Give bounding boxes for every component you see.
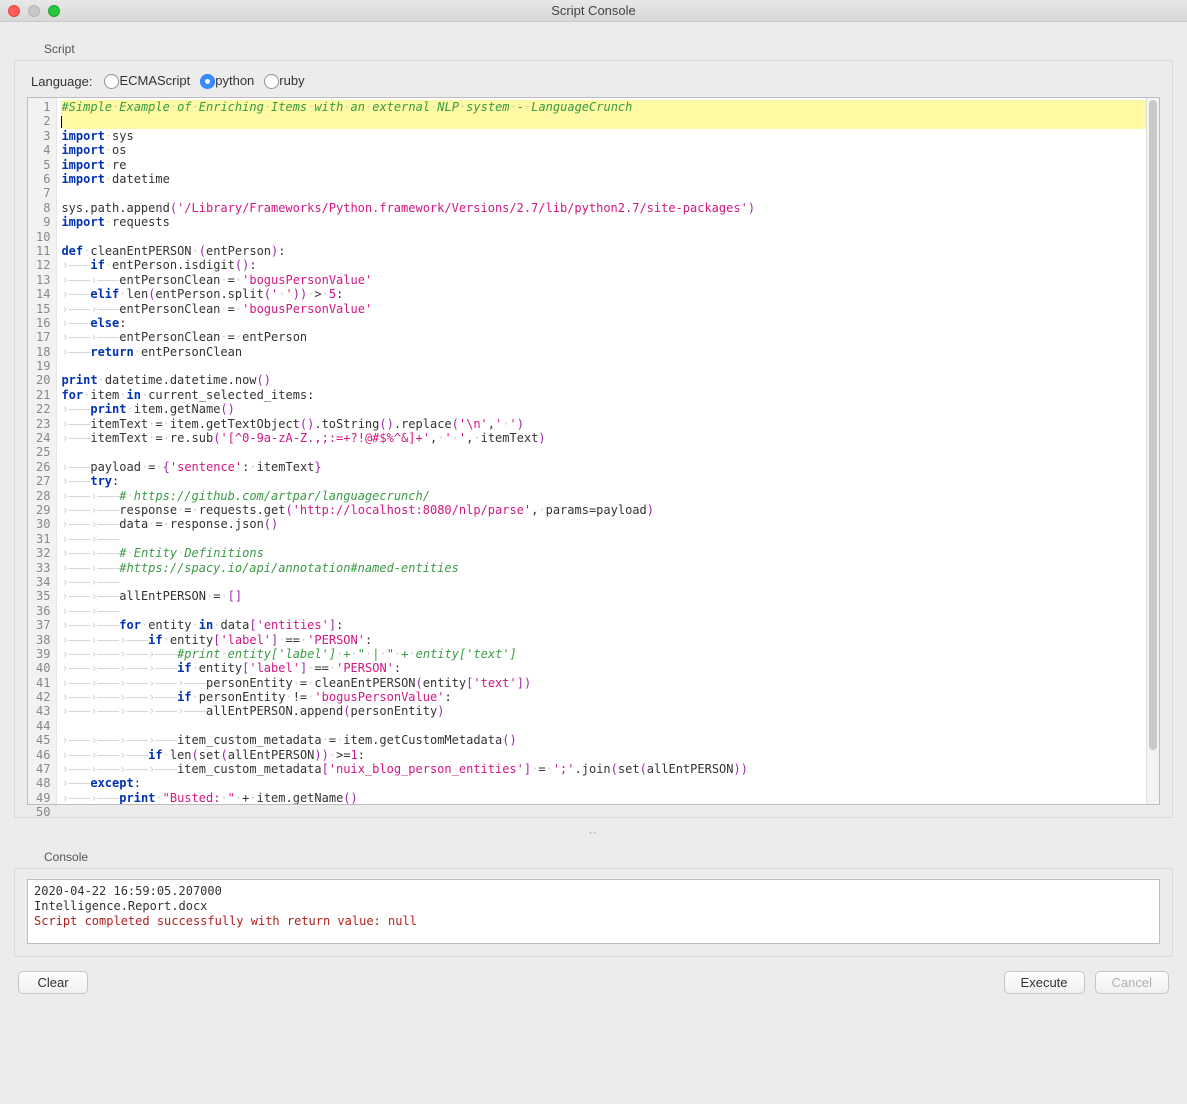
language-radio-ruby[interactable] [264, 74, 279, 89]
code-line[interactable]: ›———›———›———›———#print·entity['label']·+… [61, 647, 1155, 661]
splitter-handle[interactable]: •• [14, 824, 1173, 844]
code-line[interactable]: ›———print·item.getName() [61, 402, 1155, 416]
code-line[interactable]: ›———›———#·https://github.com/artpar/lang… [61, 489, 1155, 503]
execute-button[interactable]: Execute [1004, 971, 1085, 994]
code-line[interactable]: ›———›——— [61, 532, 1155, 546]
console-panel-label: Console [44, 850, 1173, 864]
code-line[interactable]: ›———›———entPersonClean·=·'bogusPersonVal… [61, 302, 1155, 316]
close-icon[interactable] [8, 5, 20, 17]
line-gutter: 1234567891011121314151617181920212223242… [28, 98, 57, 804]
code-line[interactable]: ›———›———allEntPERSON·=·[] [61, 589, 1155, 603]
code-line[interactable]: ›———›———›———›———if·personEntity·!=·'bogu… [61, 690, 1155, 704]
code-line[interactable]: ›———›———entPersonClean·=·'bogusPersonVal… [61, 273, 1155, 287]
code-line[interactable]: ›———except: [61, 776, 1155, 790]
code-line[interactable]: ›———›———entPersonClean·=·entPerson [61, 330, 1155, 344]
code-line[interactable]: ›———try: [61, 474, 1155, 488]
code-editor[interactable]: 1234567891011121314151617181920212223242… [27, 97, 1160, 805]
language-row: Language: ECMAScript python ruby [27, 71, 1160, 97]
script-panel-label: Script [44, 42, 1173, 56]
code-line[interactable]: ›———›——— [61, 575, 1155, 589]
code-line[interactable] [61, 445, 1155, 459]
code-line[interactable]: ›———elif·len(entPerson.split('·'))·>·5: [61, 287, 1155, 301]
language-option-label[interactable]: python [215, 73, 254, 88]
code-line[interactable]: ›———›———for·entity·in·data['entities']: [61, 618, 1155, 632]
code-line[interactable]: ›———itemText·=·item.getTextObject().toSt… [61, 417, 1155, 431]
cancel-button[interactable]: Cancel [1095, 971, 1169, 994]
window-controls [8, 5, 60, 17]
code-line[interactable]: ›———›———›———›———item_custom_metadata·=·i… [61, 733, 1155, 747]
code-line[interactable]: ›———›———print·"Busted:·"·+·item.getName(… [61, 791, 1155, 804]
code-line[interactable]: ›———›———›———›———item_custom_metadata['nu… [61, 762, 1155, 776]
code-line[interactable]: def·cleanEntPERSON·(entPerson): [61, 244, 1155, 258]
code-line[interactable]: ›———›———›———if·len(set(allEntPERSON))·>=… [61, 748, 1155, 762]
code-line[interactable]: ›———›———data·=·response.json() [61, 517, 1155, 531]
language-label: Language: [31, 74, 92, 89]
code-line[interactable]: ›———if·entPerson.isdigit(): [61, 258, 1155, 272]
code-line[interactable] [61, 114, 1155, 128]
code-line[interactable] [61, 359, 1155, 373]
console-line: 2020-04-22 16:59:05.207000 [34, 884, 1153, 899]
code-line[interactable]: ›———itemText·=·re.sub('[^0-9a-zA-Z.,;:=+… [61, 431, 1155, 445]
language-radio-python[interactable] [200, 74, 215, 89]
code-textarea[interactable]: #Simple·Example·of·Enriching·Items·with·… [57, 98, 1159, 804]
code-line[interactable] [61, 186, 1155, 200]
language-option-label[interactable]: ECMAScript [119, 73, 190, 88]
console-line: Intelligence.Report.docx [34, 899, 1153, 914]
code-line[interactable]: for·item·in·current_selected_items: [61, 388, 1155, 402]
window-title: Script Console [0, 3, 1187, 18]
code-line[interactable]: import·sys [61, 129, 1155, 143]
window-body: Script Language: ECMAScript python ruby 12… [0, 22, 1187, 1104]
code-line[interactable]: import·os [61, 143, 1155, 157]
code-line[interactable]: ›———›———›———›———if·entity['label']·==·'P… [61, 661, 1155, 675]
maximize-icon[interactable] [48, 5, 60, 17]
code-line[interactable]: ›———payload·=·{'sentence':·itemText} [61, 460, 1155, 474]
code-line[interactable]: ›———›———response·=·requests.get('http://… [61, 503, 1155, 517]
code-line[interactable]: import·datetime [61, 172, 1155, 186]
code-line[interactable]: ›———else: [61, 316, 1155, 330]
code-line[interactable]: ›———›———›———if·entity['label']·==·'PERSO… [61, 633, 1155, 647]
code-line[interactable]: ›———›——— [61, 604, 1155, 618]
code-line[interactable]: print·datetime.datetime.now() [61, 373, 1155, 387]
scrollbar-thumb[interactable] [1149, 100, 1157, 749]
clear-button[interactable]: Clear [18, 971, 88, 994]
code-line[interactable]: ›———›———›———›———›———allEntPERSON.append(… [61, 704, 1155, 718]
code-line[interactable]: ›———›———#·Entity·Definitions [61, 546, 1155, 560]
code-line[interactable] [61, 719, 1155, 733]
script-panel: Language: ECMAScript python ruby 123456789… [14, 60, 1173, 818]
code-line[interactable] [61, 230, 1155, 244]
code-line[interactable]: ›———›———›———›———›———personEntity·=·clean… [61, 676, 1155, 690]
code-line[interactable]: #Simple·Example·of·Enriching·Items·with·… [61, 100, 1155, 114]
button-row: Clear Execute Cancel [14, 963, 1173, 994]
code-line[interactable]: ›———›———#https://spacy.io/api/annotation… [61, 561, 1155, 575]
vertical-scrollbar[interactable] [1146, 98, 1159, 804]
code-line[interactable]: sys.path.append('/Library/Frameworks/Pyt… [61, 201, 1155, 215]
code-line[interactable]: import·requests [61, 215, 1155, 229]
code-line[interactable]: import·re [61, 158, 1155, 172]
language-option-label[interactable]: ruby [279, 73, 304, 88]
console-line: Script completed successfully with retur… [34, 914, 1153, 929]
titlebar: Script Console [0, 0, 1187, 22]
console-panel: 2020-04-22 16:59:05.207000Intelligence.R… [14, 868, 1173, 957]
code-line[interactable]: ›———return·entPersonClean [61, 345, 1155, 359]
console-output: 2020-04-22 16:59:05.207000Intelligence.R… [27, 879, 1160, 944]
minimize-icon[interactable] [28, 5, 40, 17]
language-radio-ecmascript[interactable] [104, 74, 119, 89]
